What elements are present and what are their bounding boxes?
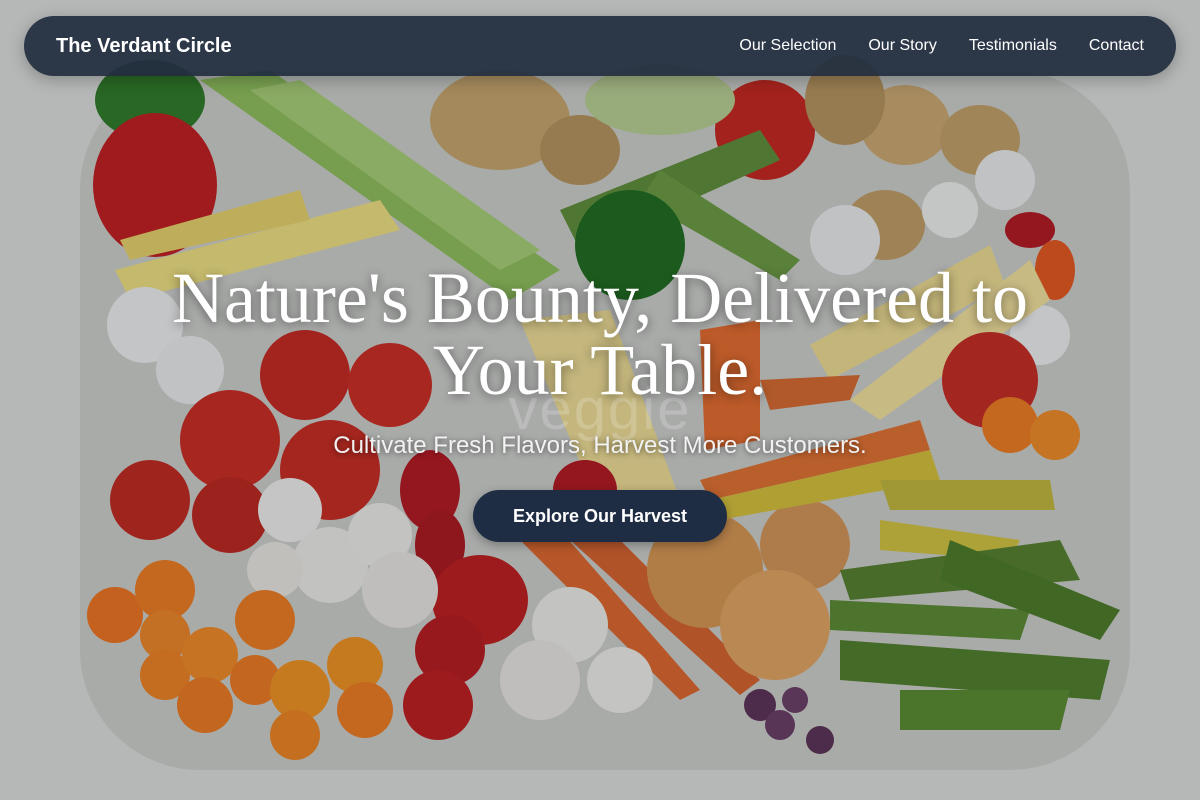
nav-link-our-selection[interactable]: Our Selection [739,37,836,55]
hero-headline: Nature's Bounty, Delivered to Your Table… [171,258,1029,410]
brand-logo-text[interactable]: The Verdant Circle [56,35,232,58]
nav-links: Our Selection Our Story Testimonials Con… [739,37,1144,55]
hero-content: Nature's Bounty, Delivered to Your Table… [0,262,1200,542]
nav-link-testimonials[interactable]: Testimonials [969,37,1057,55]
hero-section: veggie Nature's Bounty, Delivered to You… [0,0,1200,800]
top-navigation-bar: The Verdant Circle Our Selection Our Sto… [24,16,1176,76]
hero-subheadline: Cultivate Fresh Flavors, Harvest More Cu… [333,432,867,459]
nav-link-contact[interactable]: Contact [1089,37,1144,55]
nav-link-our-story[interactable]: Our Story [868,37,936,55]
explore-harvest-button[interactable]: Explore Our Harvest [472,490,728,542]
